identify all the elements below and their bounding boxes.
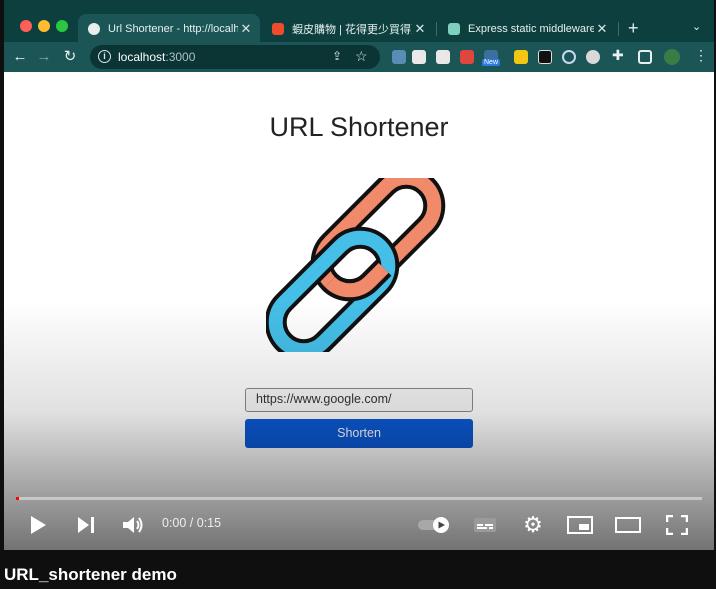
puzzle-icon[interactable]: ✚ bbox=[612, 47, 624, 64]
tab-express-static[interactable]: Express static middleware. ✕ bbox=[438, 14, 616, 44]
subtitles-icon bbox=[474, 518, 496, 532]
url-input[interactable]: https://www.google.com/ bbox=[245, 388, 473, 412]
minimize-window-button[interactable] bbox=[38, 20, 50, 32]
time-display: 0:00 / 0:15 bbox=[162, 516, 222, 530]
more-menu-icon[interactable]: ⋮ bbox=[694, 47, 708, 64]
shopee-icon bbox=[272, 23, 284, 35]
todoist-icon[interactable] bbox=[460, 50, 474, 64]
tab-shopee[interactable]: 蝦皮購物 | 花得更少買得更好 ✕ bbox=[262, 14, 434, 44]
chatgpt-icon bbox=[448, 23, 460, 35]
address-port: :3000 bbox=[165, 50, 196, 64]
extension-icon[interactable] bbox=[436, 50, 450, 64]
shorten-button[interactable]: Shorten bbox=[245, 419, 473, 448]
volume-icon bbox=[123, 517, 143, 533]
play-icon bbox=[31, 516, 46, 534]
tab-search-icon[interactable]: ⌄ bbox=[692, 20, 701, 33]
new-tab-button[interactable]: + bbox=[628, 18, 639, 39]
extension-icon[interactable] bbox=[514, 50, 528, 64]
address-url: localhost:3000 bbox=[118, 50, 195, 64]
close-icon[interactable]: ✕ bbox=[238, 21, 254, 37]
mute-button[interactable] bbox=[120, 512, 146, 538]
miniplayer-button[interactable] bbox=[566, 512, 594, 538]
close-window-button[interactable] bbox=[20, 20, 32, 32]
video-title: URL_shortener demo bbox=[4, 565, 177, 584]
play-button[interactable] bbox=[26, 512, 50, 538]
side-panel-icon[interactable] bbox=[638, 50, 652, 64]
browser-toolbar: ← → ↻ i localhost:3000 ⇪ ☆ New ✚ ⋮ bbox=[4, 42, 714, 72]
fullscreen-icon bbox=[666, 515, 688, 535]
globe-icon bbox=[88, 23, 100, 35]
tab-title: Express static middleware. bbox=[468, 23, 594, 35]
close-icon[interactable]: ✕ bbox=[594, 21, 610, 37]
theater-mode-icon bbox=[615, 517, 641, 533]
chain-link-icon bbox=[266, 178, 446, 352]
bookmark-star-icon[interactable]: ☆ bbox=[355, 48, 368, 65]
reload-icon[interactable]: ↻ bbox=[60, 47, 80, 67]
avatar[interactable] bbox=[664, 49, 680, 65]
address-bar[interactable]: i localhost:3000 ⇪ ☆ bbox=[90, 45, 380, 69]
maximize-window-button[interactable] bbox=[56, 20, 68, 32]
extension-icon[interactable] bbox=[538, 50, 552, 64]
next-button[interactable] bbox=[74, 512, 98, 538]
skip-next-icon bbox=[78, 517, 94, 533]
fullscreen-button[interactable] bbox=[664, 512, 690, 538]
theater-mode-button[interactable] bbox=[614, 512, 642, 538]
seek-bar-progress bbox=[16, 497, 19, 500]
address-host: localhost bbox=[118, 50, 166, 64]
seek-bar[interactable] bbox=[16, 497, 702, 500]
subtitles-button[interactable] bbox=[472, 512, 498, 538]
tab-divider bbox=[618, 22, 619, 36]
gear-icon: ⚙ bbox=[523, 512, 543, 537]
tab-title: Url Shortener - http://localhos bbox=[108, 23, 238, 35]
web-page: URL Shortener https://www.google.com/ Sh… bbox=[4, 72, 714, 550]
back-arrow-icon[interactable]: ← bbox=[10, 47, 30, 67]
tab-title: 蝦皮購物 | 花得更少買得更好 bbox=[292, 24, 412, 36]
share-icon[interactable]: ⇪ bbox=[332, 49, 342, 63]
tab-url-shortener[interactable]: Url Shortener - http://localhos ✕ bbox=[78, 14, 260, 44]
miniplayer-icon bbox=[567, 516, 593, 534]
autoplay-toggle-icon bbox=[418, 517, 449, 533]
page-title: URL Shortener bbox=[269, 112, 449, 142]
extension-icon[interactable] bbox=[586, 50, 600, 64]
new-badge: New bbox=[482, 59, 501, 66]
clock-icon[interactable] bbox=[562, 50, 576, 64]
video-player[interactable]: Url Shortener - http://localhos ✕ 蝦皮購物 |… bbox=[4, 0, 714, 550]
settings-button[interactable]: ⚙ bbox=[520, 512, 546, 538]
notion-icon[interactable] bbox=[412, 50, 426, 64]
tab-divider bbox=[436, 22, 437, 36]
forward-arrow-icon[interactable]: → bbox=[34, 47, 54, 67]
site-info-icon[interactable]: i bbox=[98, 50, 111, 63]
autoplay-toggle[interactable] bbox=[416, 512, 452, 538]
close-icon[interactable]: ✕ bbox=[412, 21, 428, 37]
browser-window-chrome: Url Shortener - http://localhos ✕ 蝦皮購物 |… bbox=[4, 0, 714, 72]
extension-icon[interactable] bbox=[392, 50, 406, 64]
